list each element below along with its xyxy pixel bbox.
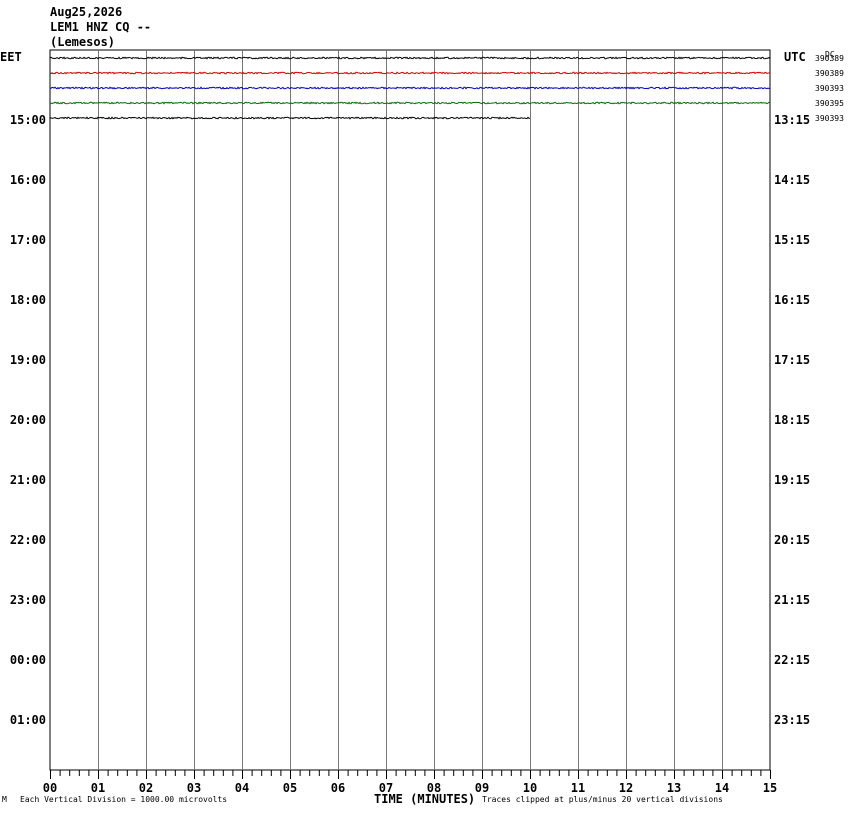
x-tick-label: 15 xyxy=(763,781,777,795)
right-hour-label: 14:15 xyxy=(774,173,810,187)
x-tick-label: 09 xyxy=(475,781,489,795)
x-tick-label: 10 xyxy=(523,781,537,795)
dc-offset-label: 390395 xyxy=(815,99,844,108)
left-hour-label: 22:00 xyxy=(10,533,46,547)
clip-note: Traces clipped at plus/minus 20 vertical… xyxy=(482,795,723,804)
corner-mark: M xyxy=(2,795,7,804)
plot-frame xyxy=(49,49,771,771)
left-hour-label: 21:00 xyxy=(10,473,46,487)
x-tick-label: 11 xyxy=(571,781,585,795)
right-hour-label: 19:15 xyxy=(774,473,810,487)
left-hour-label: 00:00 xyxy=(10,653,46,667)
left-hour-label: 19:00 xyxy=(10,353,46,367)
dc-offset-label: 390393 xyxy=(815,114,844,123)
right-timezone-label: UTC xyxy=(784,50,806,64)
right-hour-label: 16:15 xyxy=(774,293,810,307)
chart-labels: 39038939038939039339039539039315:0016:00… xyxy=(10,54,844,727)
left-hour-label: 23:00 xyxy=(10,593,46,607)
right-hour-label: 17:15 xyxy=(774,353,810,367)
left-hour-label: 01:00 xyxy=(10,713,46,727)
x-axis-title: TIME (MINUTES) xyxy=(374,792,476,806)
right-hour-label: 23:15 xyxy=(774,713,810,727)
scale-note: Each Vertical Division = 1000.00 microvo… xyxy=(20,795,228,804)
trace-row-0 xyxy=(49,56,771,60)
x-tick-label: 04 xyxy=(235,781,249,795)
chart-grid xyxy=(49,49,771,771)
dc-label: DC xyxy=(825,50,835,59)
x-tick-label: 13 xyxy=(667,781,681,795)
right-hour-label: 18:15 xyxy=(774,413,810,427)
chart-traces xyxy=(49,56,771,120)
dc-offset-label: 390393 xyxy=(815,84,844,93)
x-tick-label: 14 xyxy=(715,781,729,795)
right-hour-label: 22:15 xyxy=(774,653,810,667)
right-hour-label: 15:15 xyxy=(774,233,810,247)
x-tick-label: 00 xyxy=(43,781,57,795)
right-hour-label: 20:15 xyxy=(774,533,810,547)
x-tick-label: 05 xyxy=(283,781,297,795)
left-hour-label: 15:00 xyxy=(10,113,46,127)
x-tick-label: 06 xyxy=(331,781,345,795)
left-hour-label: 16:00 xyxy=(10,173,46,187)
left-timezone-label: EET xyxy=(0,50,22,64)
trace-row-2 xyxy=(49,86,771,90)
trace-row-3 xyxy=(49,101,771,105)
x-tick-label: 03 xyxy=(187,781,201,795)
right-hour-label: 21:15 xyxy=(774,593,810,607)
x-tick-label: 01 xyxy=(91,781,105,795)
right-hour-label: 13:15 xyxy=(774,113,810,127)
dc-offset-label: 390389 xyxy=(815,69,844,78)
x-tick-label: 02 xyxy=(139,781,153,795)
helicorder-chart: 00 01 02 03 04 05 06 07 08 09 10 11 12 13 14 15 3903893… xyxy=(0,49,844,795)
left-hour-label: 18:00 xyxy=(10,293,46,307)
x-tick-label: 12 xyxy=(619,781,633,795)
left-hour-label: 17:00 xyxy=(10,233,46,247)
trace-row-1 xyxy=(49,71,771,75)
left-hour-label: 20:00 xyxy=(10,413,46,427)
